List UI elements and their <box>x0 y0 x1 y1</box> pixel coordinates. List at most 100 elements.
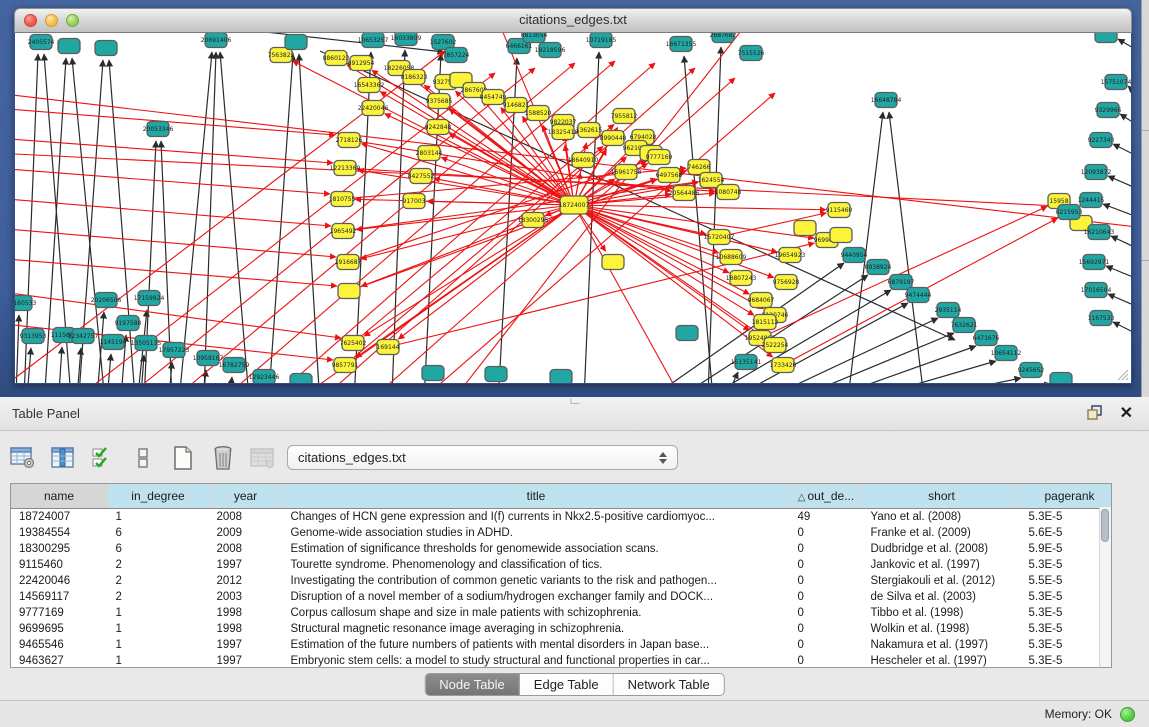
graph-edge[interactable] <box>574 205 826 210</box>
table-cell[interactable]: 0 <box>790 605 863 621</box>
graph-node[interactable]: 917003 <box>403 194 426 209</box>
node-table[interactable]: namein_degreeyeartitle△out_de...shortpag… <box>11 484 1112 668</box>
table-cell[interactable]: 9777169 <box>11 605 108 621</box>
table-row[interactable]: 911546021997Tourette syndrome. Phenomeno… <box>11 557 1112 573</box>
table-selector-dropdown[interactable]: citations_edges.txt <box>287 445 678 470</box>
table-cell[interactable]: 0 <box>790 621 863 637</box>
table-cell[interactable]: 19384554 <box>11 525 108 541</box>
table-row[interactable]: 977716911998Corpus callosum shape and si… <box>11 605 1112 621</box>
graph-edge[interactable] <box>15 198 331 226</box>
graph-node[interactable]: 13505135 <box>131 336 162 351</box>
table-cell[interactable]: Embryonic stem cells: a model to study s… <box>283 653 790 668</box>
graph-node[interactable]: 2935114 <box>935 303 962 318</box>
graph-node[interactable]: 8215953 <box>1056 205 1083 220</box>
table-cell[interactable]: Franke et al. (2009) <box>863 525 1021 541</box>
graph-node[interactable]: 9313953 <box>20 329 47 344</box>
graph-node[interactable]: 15751074 <box>1101 75 1132 90</box>
tab-edge-table[interactable]: Edge Table <box>520 674 614 695</box>
table-cell[interactable]: 2008 <box>209 541 283 557</box>
graph-node[interactable] <box>794 221 816 236</box>
row-height-icon[interactable] <box>128 444 158 472</box>
graph-node[interactable]: 9375685 <box>426 94 453 109</box>
table-cell[interactable]: 1 <box>108 637 209 653</box>
table-cell[interactable]: de Silva et al. (2003) <box>863 589 1021 605</box>
graph-node[interactable]: 8912954 <box>348 56 375 71</box>
table-cell[interactable]: 1997 <box>209 653 283 668</box>
table-cell[interactable]: 6 <box>108 541 209 557</box>
graph-edge[interactable] <box>805 378 1021 383</box>
table-cell[interactable]: Jankovic et al. (1997) <box>863 557 1021 573</box>
graph-node[interactable]: 16671355 <box>666 37 697 52</box>
graph-node[interactable]: 10653257 <box>358 33 389 48</box>
graph-node[interactable]: 7515526 <box>738 46 765 61</box>
column-header-outde[interactable]: △out_de... <box>790 484 863 509</box>
table-cell[interactable]: 2008 <box>209 509 283 526</box>
column-header-short[interactable]: short <box>863 484 1021 509</box>
graph-edge[interactable] <box>345 146 603 365</box>
table-cell[interactable]: Estimation of significance thresholds fo… <box>283 541 790 557</box>
graph-edge[interactable] <box>715 372 738 383</box>
graph-edge[interactable] <box>15 228 336 257</box>
graph-node[interactable]: 10719185 <box>586 33 617 48</box>
graph-node[interactable]: 1362615 <box>576 123 603 138</box>
graph-node[interactable]: 22420046 <box>358 101 389 116</box>
tab-network-table[interactable]: Network Table <box>614 674 724 695</box>
graph-node[interactable] <box>1050 373 1072 384</box>
table-cell[interactable]: 9463627 <box>11 653 108 668</box>
graph-node[interactable]: 17957223 <box>159 343 190 358</box>
graph-node[interactable]: 1810755 <box>329 192 356 207</box>
graph-node[interactable]: 9684067 <box>748 293 775 308</box>
table-cell[interactable]: Corpus callosum shape and size in male p… <box>283 605 790 621</box>
graph-edge[interactable] <box>1106 266 1132 282</box>
graph-node[interactable]: 9440954 <box>841 248 868 263</box>
graph-node[interactable]: 1588520 <box>525 106 552 121</box>
graph-node[interactable]: 7857224 <box>443 48 470 63</box>
table-cell[interactable]: 6 <box>108 525 209 541</box>
graph-node[interactable]: 9777169 <box>646 150 673 165</box>
graph-node[interactable]: 1965492 <box>330 224 357 239</box>
graph-node[interactable]: 9756928 <box>773 275 800 290</box>
table-cell[interactable]: Nakamura et al. (1997) <box>863 637 1021 653</box>
graph-node[interactable]: 18807243 <box>726 271 757 286</box>
graph-node[interactable] <box>602 255 624 270</box>
graph-node[interactable] <box>95 41 117 56</box>
graph-edge[interactable] <box>449 133 574 205</box>
graph-node[interactable]: 17016504 <box>1081 283 1112 298</box>
graph-edge[interactable] <box>1113 144 1132 160</box>
graph-node[interactable]: 9115460 <box>826 203 853 218</box>
graph-node[interactable]: 15135141 <box>731 355 762 370</box>
table-cell[interactable]: 0 <box>790 541 863 557</box>
graph-node[interactable]: 1244415 <box>1078 193 1105 208</box>
table-cell[interactable]: Tibbo et al. (1998) <box>863 605 1021 621</box>
graph-hub-node[interactable]: 18724007 <box>559 196 590 214</box>
graph-node[interactable]: 20053346 <box>143 122 174 137</box>
graph-node[interactable]: 9329966 <box>1095 103 1122 118</box>
graph-edge[interactable] <box>267 54 293 383</box>
graph-node[interactable]: 8813054 <box>521 33 548 43</box>
table-cell[interactable]: 1998 <box>209 605 283 621</box>
graph-edge[interactable] <box>1113 322 1132 338</box>
column-header-name[interactable]: name <box>11 484 108 509</box>
tab-node-table[interactable]: Node Table <box>425 674 520 695</box>
graph-edge[interactable] <box>15 168 330 194</box>
column-header-title[interactable]: title <box>283 484 790 509</box>
graph-node[interactable]: 16648784 <box>871 93 902 108</box>
graph-node[interactable] <box>290 374 312 384</box>
memory-status-indicator[interactable] <box>1120 707 1135 722</box>
graph-node[interactable] <box>422 366 444 381</box>
table-cell[interactable]: Genome-wide association studies in ADHD. <box>283 525 790 541</box>
graph-node[interactable]: 18300295 <box>518 213 549 228</box>
graph-edge[interactable] <box>889 112 927 383</box>
graph-node[interactable]: 9245652 <box>1018 363 1045 378</box>
table-cell[interactable]: 1997 <box>209 557 283 573</box>
table-cell[interactable]: 2012 <box>209 573 283 589</box>
graph-node[interactable]: 2803144 <box>416 146 443 161</box>
graph-node[interactable]: 8938924 <box>865 260 892 275</box>
table-cell[interactable]: 2 <box>108 589 209 605</box>
table-cell[interactable]: 0 <box>790 637 863 653</box>
table-cell[interactable]: Changes of HCN gene expression and I(f) … <box>283 509 790 526</box>
table-cell[interactable]: 0 <box>790 653 863 668</box>
graph-node[interactable]: 16543362 <box>354 78 385 93</box>
table-scrollbar[interactable] <box>1099 507 1111 667</box>
graph-node[interactable] <box>485 367 507 382</box>
